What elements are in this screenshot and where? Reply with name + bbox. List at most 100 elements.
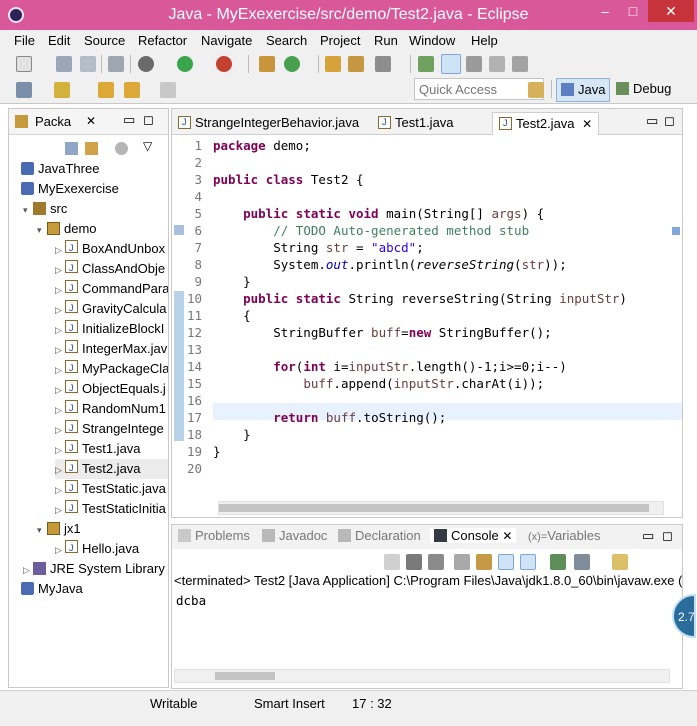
java-perspective-button[interactable]: Java [556,78,611,102]
expand-arrow-icon[interactable]: ▷ [55,400,65,419]
code-line[interactable]: 13 [172,341,682,358]
last-edit-location-icon[interactable] [54,82,70,98]
menu-navigate[interactable]: Navigate [201,33,252,48]
code-area[interactable]: 1 package demo; 2 3 public class Test2 {4 5 p… [172,137,682,487]
minimize-editor-icon[interactable]: ▭ [646,113,658,129]
word-wrap-icon[interactable] [466,56,482,72]
save-all-icon[interactable] [80,56,96,72]
menu-search[interactable]: Search [266,33,307,48]
expand-arrow-icon[interactable]: ▷ [23,560,33,579]
code-line[interactable]: 20 [172,460,682,477]
code-line[interactable]: 14 for(int i=inputStr.length()-1;i>=0;i-… [172,358,682,375]
expand-arrow-icon[interactable]: ▷ [55,240,65,259]
tree-item[interactable]: ▾ jx1 [37,519,168,539]
skip-breakpoints-icon[interactable] [108,56,124,72]
tree-item[interactable]: ▷ JRE System Library [ [23,559,168,579]
menu-window[interactable]: Window [409,33,455,48]
debug-perspective-button[interactable]: Debug [612,78,675,102]
expand-arrow-icon[interactable]: ▷ [55,440,65,459]
tree-item[interactable]: ▷ BoxAndUnbox [55,239,168,259]
menu-edit[interactable]: Edit [48,33,70,48]
tree-item[interactable]: MyExexercise [11,179,168,199]
back-arrow-icon[interactable] [124,82,140,98]
tree-item[interactable]: ▷ IntegerMax.jav [55,339,168,359]
code-line[interactable]: 8 System.out.println(reverseString(str))… [172,256,682,273]
quick-access-input[interactable] [414,78,544,100]
close-button[interactable]: ✕ [648,0,694,22]
expand-arrow-icon[interactable]: ▾ [37,520,47,539]
expand-arrow-icon[interactable]: ▷ [55,460,65,479]
scroll-lock-icon[interactable] [476,554,492,570]
code-line[interactable]: 7 String str = "abcd"; [172,239,682,256]
menu-refactor[interactable]: Refactor [138,33,187,48]
save-icon[interactable] [56,56,72,72]
expand-arrow-icon[interactable]: ▷ [55,540,65,559]
link-with-editor-icon[interactable] [85,141,102,156]
remove-all-icon[interactable] [428,554,444,570]
tab-test1[interactable]: Test1.java [372,112,460,135]
new-icon[interactable] [16,56,32,72]
run-external-icon[interactable] [216,56,232,72]
tree-item[interactable]: ▷ TestStaticInitia [55,499,168,519]
next-annotation-icon[interactable] [16,82,32,98]
maximize-view-icon[interactable]: ◻ [143,112,154,128]
new-package-icon[interactable] [259,56,275,72]
code-line[interactable]: 17 return buff.toString(); [172,409,682,426]
debug-icon[interactable] [138,56,154,72]
tree-item[interactable]: ▷ GravityCalcula [55,299,168,319]
open-type-icon[interactable] [325,56,341,72]
code-line[interactable]: 4 [172,188,682,205]
close-tab-icon[interactable]: ✕ [582,117,592,131]
tree-item[interactable]: MyJava [11,579,168,599]
expand-arrow-icon[interactable]: ▾ [37,220,47,239]
minimize-view-icon[interactable]: ▭ [123,112,135,128]
tab-problems[interactable]: Problems [178,528,250,543]
forward-icon[interactable] [160,82,176,98]
mark-occurrences-icon[interactable] [441,54,461,74]
new-class-icon[interactable] [284,56,300,72]
tree-item[interactable]: ▷ Test1.java [55,439,168,459]
tree-item[interactable]: ▾ src [23,199,168,219]
tree-item[interactable]: ▷ ObjectEquals.j [55,379,168,399]
code-line[interactable]: 6 // TODO Auto-generated method stub [172,222,682,239]
tab-strange-integer-behavior[interactable]: StrangeIntegerBehavior.java [172,112,365,135]
tab-declaration[interactable]: Declaration [338,528,421,543]
tree-item[interactable]: ▷ MyPackageCla [55,359,168,379]
view-menu-icon[interactable]: ▽ [143,139,152,153]
expand-arrow-icon[interactable]: ▷ [55,340,65,359]
menu-project[interactable]: Project [320,33,360,48]
tree-item[interactable]: ▷ RandomNum1 [55,399,168,419]
expand-arrow-icon[interactable]: ▷ [55,360,65,379]
tab-test2[interactable]: Test2.java ✕ [492,112,600,135]
expand-arrow-icon[interactable]: ▷ [55,260,65,279]
code-line[interactable]: 11 { [172,307,682,324]
minimize-console-icon[interactable]: ▭ [642,528,654,544]
package-explorer-tab[interactable]: Packa ✕ ▭ ◻ [9,109,168,135]
code-line[interactable]: 19} [172,443,682,460]
tab-javadoc[interactable]: Javadoc [262,528,327,543]
tree-item[interactable]: ▷ ClassAndObje [55,259,168,279]
open-console-icon[interactable] [612,554,628,570]
stop-icon[interactable] [384,554,400,570]
menu-source[interactable]: Source [84,33,125,48]
menu-help[interactable]: Help [471,33,498,48]
expand-arrow-icon[interactable]: ▷ [55,500,65,519]
expand-arrow-icon[interactable]: ▾ [23,200,33,219]
tree-item[interactable]: ▷ InitializeBlockI [55,319,168,339]
code-line[interactable]: 15 buff.append(inputStr.charAt(i)); [172,375,682,392]
pin-console-icon[interactable] [550,554,566,570]
expand-arrow-icon[interactable]: ▷ [55,300,65,319]
scrollbar-thumb[interactable] [219,504,649,512]
display-console-icon[interactable] [574,554,590,570]
tree-item[interactable]: ▷ Test2.java [55,459,168,479]
code-line[interactable]: 18 } [172,426,682,443]
focus-task-icon[interactable] [115,141,132,156]
tab-variables[interactable]: (x)=Variables [528,528,600,543]
code-line[interactable]: 16 [172,392,682,409]
scrollbar-thumb[interactable] [215,672,275,680]
expand-arrow-icon[interactable]: ▷ [55,480,65,499]
maximize-console-icon[interactable]: ◻ [662,528,673,544]
show-on-stdout-icon[interactable] [498,554,514,570]
tab-console[interactable]: Console ✕ [430,528,517,543]
code-line[interactable]: 1 package demo; [172,137,682,154]
